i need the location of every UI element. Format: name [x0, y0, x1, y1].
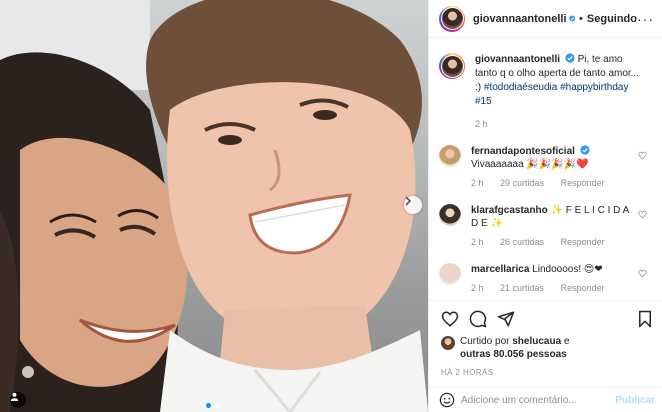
- liker-username[interactable]: shelucaua: [512, 336, 561, 347]
- post-photo[interactable]: [0, 0, 428, 412]
- reply-button[interactable]: Responder: [561, 283, 605, 293]
- author-username[interactable]: giovannaantonelli: [473, 13, 567, 25]
- comment-likes[interactable]: 26 curtidas: [500, 237, 544, 247]
- caption-username[interactable]: giovannaantonelli: [475, 54, 560, 65]
- commenter-avatar[interactable]: [439, 204, 461, 226]
- comment-text: Lindoooos! 😍❤: [532, 264, 603, 275]
- emoji-icon[interactable]: [439, 392, 455, 408]
- heart-icon[interactable]: [638, 210, 647, 219]
- comment-likes[interactable]: 21 curtidas: [500, 283, 544, 293]
- photo-illustration: [0, 0, 428, 412]
- caption-hashtags[interactable]: #tododiaéseudia #happybirthday #15: [475, 82, 628, 107]
- verified-badge-icon: [580, 145, 590, 155]
- caption-author-avatar[interactable]: [439, 53, 465, 79]
- liked-prefix: Curtido por: [460, 336, 510, 347]
- next-slide-button[interactable]: [404, 196, 422, 214]
- comments-list: giovannaantonelli Pi, te amo tanto q o o…: [429, 39, 662, 299]
- comment-item: fernandapontesoficial Vivaaaaaaa 🎉🎉🎉🎉❤️ …: [439, 145, 649, 190]
- comment-icon[interactable]: [469, 310, 487, 328]
- user-tag-icon: [10, 392, 19, 401]
- commenter-username[interactable]: marcellarica: [471, 264, 529, 275]
- reply-button[interactable]: Responder: [561, 237, 605, 247]
- liker-avatar[interactable]: [441, 336, 455, 350]
- chevron-right-icon: [405, 196, 412, 206]
- bookmark-icon[interactable]: [637, 310, 653, 328]
- comment-item: klarafgcastanho ✨ F E L I C I D A D E ✨ …: [439, 204, 649, 249]
- carousel-dot-active: [206, 403, 211, 408]
- comment-likes[interactable]: 29 curtidas: [500, 178, 544, 188]
- comment-item: marcellarica Lindoooos! 😍❤ 2 h 21 curtid…: [439, 263, 649, 295]
- following-button[interactable]: Seguindo: [587, 13, 637, 25]
- comment-text: Vivaaaaaaa 🎉🎉🎉🎉❤️: [471, 159, 589, 170]
- carousel-indicator: [206, 403, 220, 408]
- add-comment-bar: Publicar: [429, 387, 662, 412]
- comment-time: 2 h: [471, 283, 484, 293]
- commenter-username[interactable]: klarafgcastanho: [471, 205, 548, 216]
- likes-summary: Curtido por shelucaua e outras 80.056 pe…: [441, 335, 653, 361]
- post-timestamp[interactable]: HÁ 2 HORAS: [441, 368, 653, 377]
- heart-icon[interactable]: [638, 151, 647, 160]
- verified-badge-icon: [565, 53, 575, 63]
- likes-count[interactable]: outras 80.056 pessoas: [460, 349, 567, 360]
- reply-button[interactable]: Responder: [561, 178, 605, 188]
- commenter-avatar[interactable]: [439, 263, 461, 285]
- more-options-icon[interactable]: ···: [637, 11, 654, 27]
- post-actions: Curtido por shelucaua e outras 80.056 pe…: [429, 300, 662, 377]
- verified-badge-icon: [568, 15, 575, 22]
- commenter-username[interactable]: fernandapontesoficial: [471, 146, 575, 157]
- comment-time: 2 h: [471, 237, 484, 247]
- user-tag-button[interactable]: [10, 392, 26, 408]
- post-sidebar: giovannaantonelli • Seguindo ··· giovann…: [428, 0, 662, 412]
- heart-icon[interactable]: [441, 310, 459, 328]
- comment-time: 2 h: [471, 178, 484, 188]
- commenter-avatar[interactable]: [439, 145, 461, 167]
- author-avatar[interactable]: [439, 5, 465, 32]
- post-header: giovannaantonelli • Seguindo ···: [429, 0, 662, 38]
- comment-input[interactable]: [461, 394, 611, 406]
- publish-button[interactable]: Publicar: [616, 395, 655, 406]
- heart-icon[interactable]: [638, 269, 647, 278]
- liked-suffix: e: [561, 336, 570, 347]
- share-icon[interactable]: [497, 310, 515, 328]
- carousel-dot: [215, 403, 220, 408]
- header-separator: •: [579, 12, 583, 25]
- post-caption: giovannaantonelli Pi, te amo tanto q o o…: [439, 53, 649, 131]
- caption-time: 2 h: [475, 119, 488, 129]
